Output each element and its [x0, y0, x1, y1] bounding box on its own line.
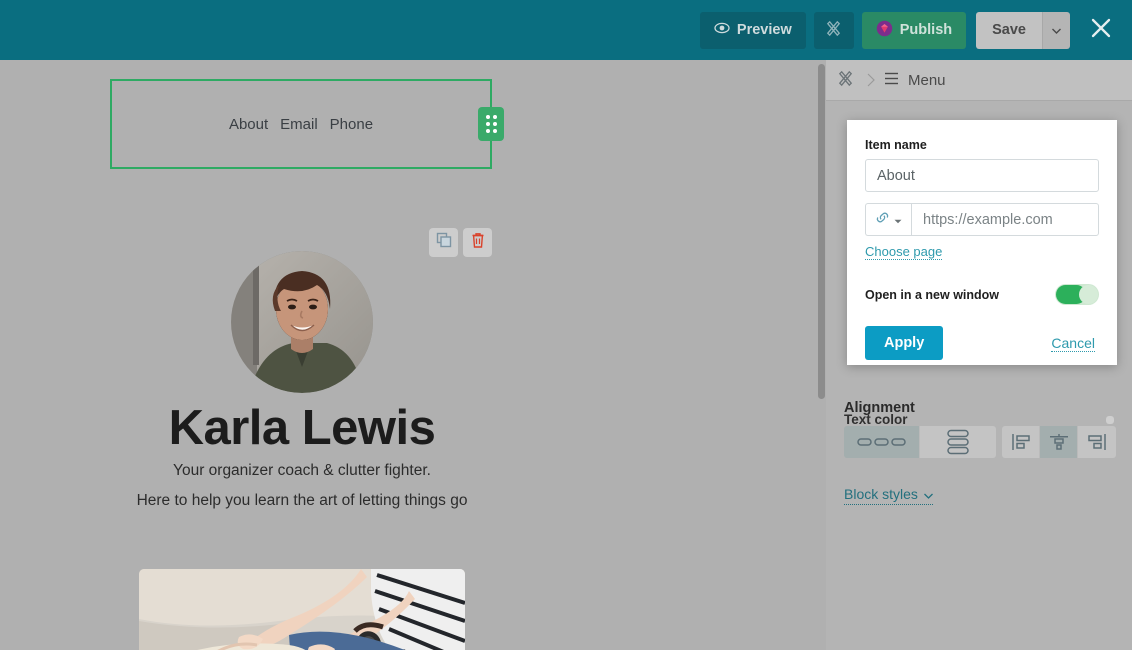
copy-icon — [436, 232, 452, 253]
preview-button[interactable]: Preview — [699, 11, 806, 49]
delete-block-button[interactable] — [463, 228, 492, 257]
block-action-buttons — [429, 228, 492, 257]
menu-links-row: About Email Phone — [229, 116, 373, 133]
alignment-vertical-layout-button[interactable] — [920, 426, 996, 458]
menu-block-selected[interactable]: About Email Phone — [110, 79, 492, 169]
tagline-primary: Your organizer coach & clutter fighter. — [173, 462, 431, 479]
top-toolbar: Preview Publish Save — [0, 0, 1132, 60]
align-left-button[interactable] — [1002, 426, 1040, 458]
link-settings-dialog: Item name Choose page — [847, 120, 1117, 365]
open-new-window-row: Open in a new window — [865, 284, 1099, 305]
chevron-down-icon — [1052, 21, 1061, 39]
menu-link-email[interactable]: Email — [280, 116, 318, 133]
save-label: Save — [992, 22, 1026, 38]
canvas-scrollbar[interactable] — [818, 64, 825, 399]
gem-icon — [876, 20, 893, 41]
menu-link-phone[interactable]: Phone — [330, 116, 373, 133]
alignment-label: Alignment — [844, 400, 915, 416]
caret-down-icon — [923, 486, 933, 502]
align-right-button[interactable] — [1078, 426, 1116, 458]
caret-down-icon — [894, 211, 902, 229]
save-button-group: Save — [976, 11, 1070, 49]
hamburger-menu-icon — [884, 72, 899, 89]
choose-page-link[interactable]: Choose page — [865, 244, 943, 260]
link-chain-icon — [875, 211, 890, 229]
design-tools-button[interactable] — [813, 11, 854, 49]
apply-button[interactable]: Apply — [865, 326, 944, 360]
duplicate-block-button[interactable] — [429, 228, 458, 257]
align-center-button[interactable] — [1040, 426, 1078, 458]
breadcrumb-design-button[interactable] — [826, 60, 864, 101]
alignment-layout-group — [844, 426, 996, 458]
preview-label: Preview — [736, 22, 792, 38]
open-new-window-toggle[interactable] — [1055, 284, 1099, 305]
menu-link-about[interactable]: About — [229, 116, 268, 133]
page-canvas[interactable]: About Email Phone Karla Lewis Your organ… — [0, 60, 826, 650]
alignment-controls — [844, 426, 1116, 458]
settings-panel: Menu Text color Alignment Block styles I… — [826, 60, 1132, 650]
item-name-label: Item name — [865, 138, 927, 152]
publish-label: Publish — [899, 22, 953, 38]
publish-button[interactable]: Publish — [861, 11, 967, 49]
cancel-button[interactable]: Cancel — [1051, 335, 1095, 352]
page-title: Karla Lewis — [168, 401, 436, 455]
save-dropdown-button[interactable] — [1042, 11, 1070, 49]
trash-icon — [470, 232, 486, 254]
drag-dots-icon — [485, 115, 497, 133]
breadcrumb-item-menu[interactable]: Menu — [884, 72, 946, 89]
panel-breadcrumb: Menu — [826, 60, 1132, 101]
eye-icon — [714, 20, 730, 40]
design-tools-icon — [836, 68, 855, 92]
tagline-secondary: Here to help you learn the art of lettin… — [136, 492, 468, 509]
save-button[interactable]: Save — [976, 11, 1042, 49]
avatar[interactable] — [231, 251, 373, 393]
alignment-horizontal-layout-button[interactable] — [844, 426, 920, 458]
url-input[interactable] — [911, 203, 1099, 236]
alignment-position-group — [1002, 426, 1116, 458]
url-row — [865, 203, 1099, 236]
hero-photo[interactable] — [139, 569, 465, 650]
breadcrumb-menu-label: Menu — [908, 71, 946, 89]
close-x-icon — [1090, 17, 1112, 44]
item-name-input[interactable] — [865, 159, 1099, 192]
block-styles-dropdown[interactable]: Block styles — [844, 486, 933, 505]
alignment-section: Alignment — [844, 400, 1116, 458]
close-editor-button[interactable] — [1084, 13, 1118, 47]
link-type-dropdown[interactable] — [865, 203, 911, 236]
block-styles-label: Block styles — [844, 486, 918, 502]
open-new-window-label: Open in a new window — [865, 287, 1000, 302]
dialog-footer: Apply Cancel — [865, 326, 1099, 360]
chevron-right-icon — [864, 60, 878, 101]
block-drag-handle[interactable] — [478, 107, 504, 141]
design-tools-icon — [824, 18, 843, 42]
